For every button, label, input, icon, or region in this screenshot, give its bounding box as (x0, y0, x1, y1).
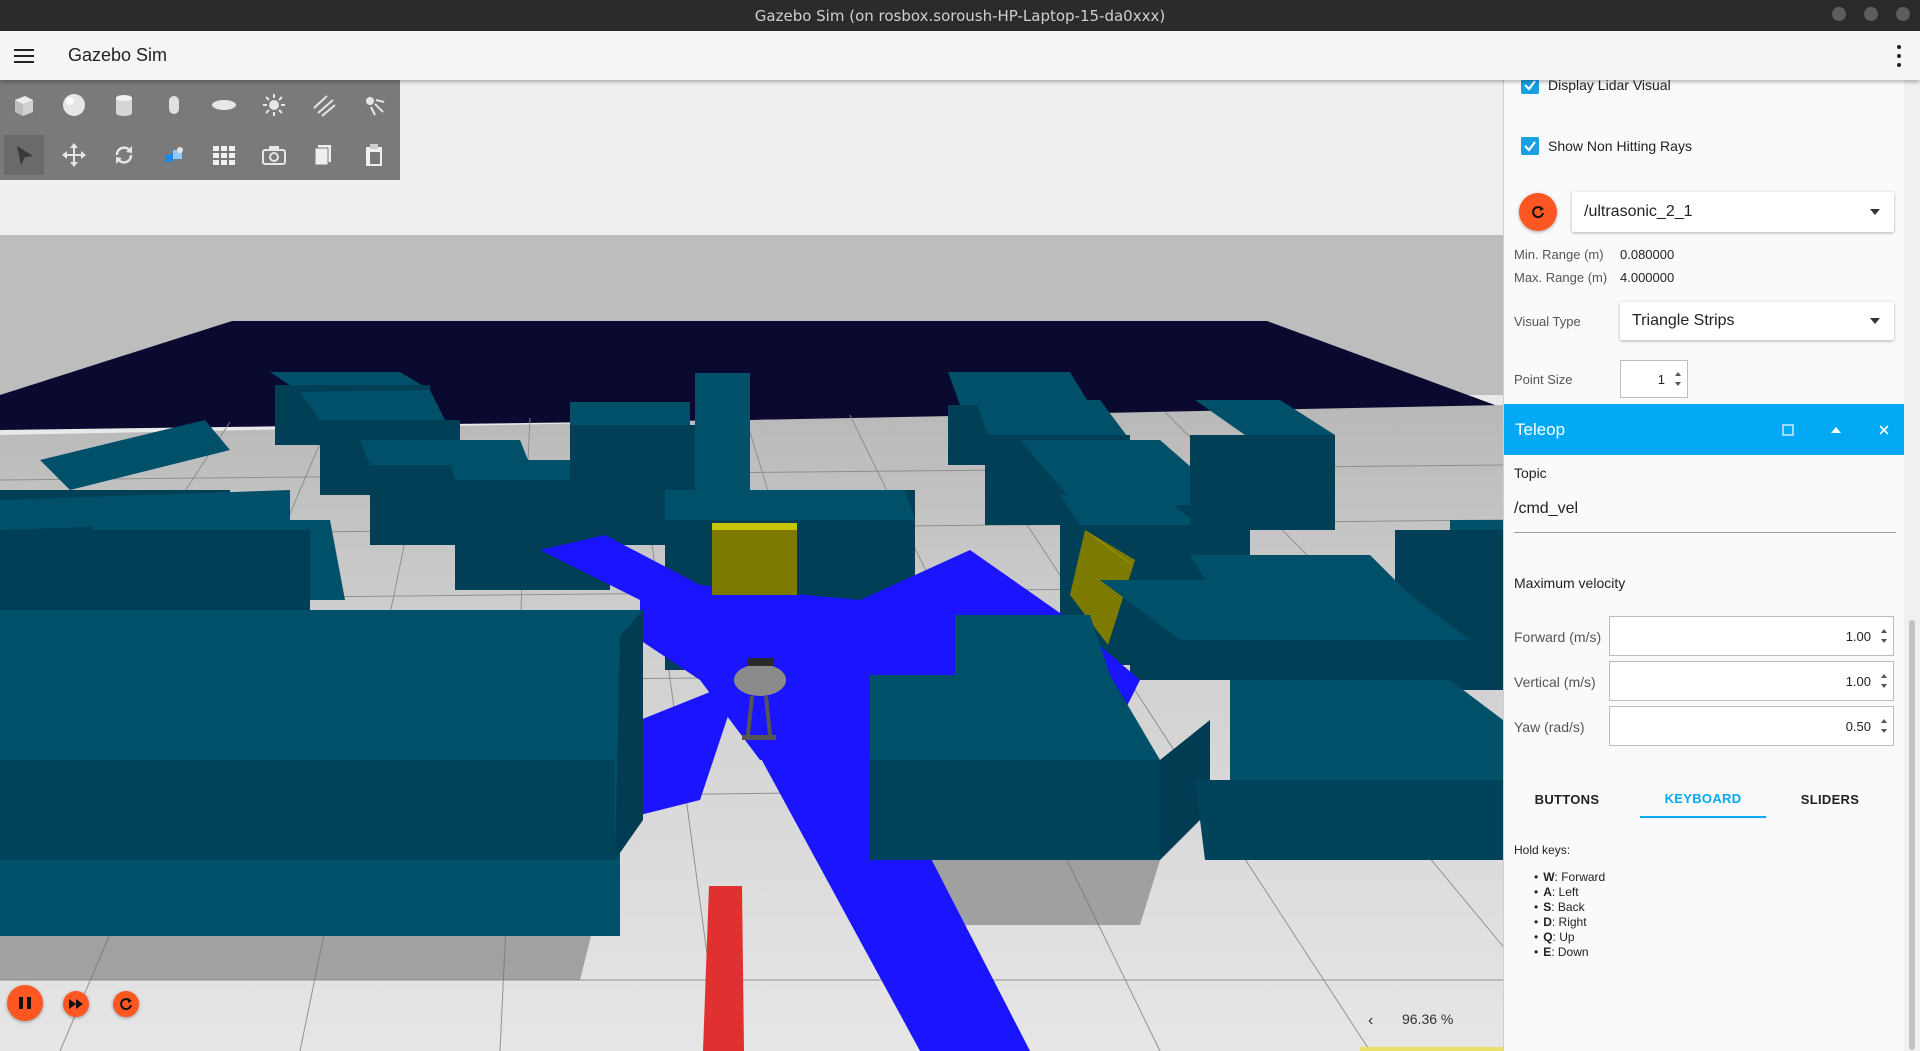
increment-icon[interactable] (1881, 719, 1887, 723)
spot-light-icon[interactable] (304, 85, 344, 125)
teleop-title: Teleop (1515, 419, 1566, 439)
increment-icon[interactable] (1675, 372, 1681, 376)
grid-icon[interactable] (204, 135, 244, 175)
app-bar: Gazebo Sim (0, 31, 1920, 80)
scene-toolbar (0, 80, 400, 180)
teleop-topic-label: Topic (1514, 465, 1547, 481)
window-controls (1832, 7, 1910, 21)
decrement-icon[interactable] (1881, 639, 1887, 643)
key-binding: D: Right (1543, 915, 1605, 930)
close-plugin-icon[interactable] (1874, 420, 1894, 440)
minimize-button[interactable] (1832, 7, 1846, 21)
key-binding: W: Forward (1543, 870, 1605, 885)
increment-icon[interactable] (1881, 629, 1887, 633)
yaw-velocity-label: Yaw (rad/s) (1514, 719, 1585, 735)
collapse-plugin-icon[interactable] (1826, 420, 1846, 440)
point-light-icon[interactable] (354, 85, 394, 125)
red-marker (703, 886, 744, 1051)
decrement-icon[interactable] (1881, 684, 1887, 688)
hamburger-menu-icon[interactable] (1, 31, 47, 80)
select-cursor-icon[interactable] (4, 135, 44, 175)
key-binding: E: Down (1543, 945, 1605, 960)
decrement-icon[interactable] (1881, 729, 1887, 733)
point-size-value: 1 (1657, 371, 1665, 387)
cylinder-shape-icon[interactable] (104, 85, 144, 125)
display-lidar-visual-checkbox[interactable] (1521, 80, 1539, 94)
tools-toolbar-row (0, 130, 400, 180)
sphere-shape-icon[interactable] (54, 85, 94, 125)
scene-3d-viewport[interactable] (0, 80, 1503, 1051)
panel-scroll-thumb[interactable] (1909, 620, 1915, 1050)
translate-icon[interactable] (54, 135, 94, 175)
vertical-velocity-spinbox[interactable]: 1.00 (1609, 661, 1894, 701)
reset-icon[interactable] (113, 991, 139, 1017)
gazebo-window: Gazebo Sim (on rosbox.soroush-HP-Laptop-… (0, 0, 1920, 1051)
increment-icon[interactable] (1881, 674, 1887, 678)
tab-buttons[interactable]: BUTTONS (1504, 780, 1630, 818)
yaw-velocity-value: 0.50 (1845, 718, 1871, 734)
paste-icon[interactable] (354, 135, 394, 175)
min-range-label: Min. Range (m) (1514, 247, 1604, 262)
os-title-bar: Gazebo Sim (on rosbox.soroush-HP-Laptop-… (0, 0, 1920, 31)
rotate-icon[interactable] (104, 135, 144, 175)
key-binding: A: Left (1543, 885, 1605, 900)
fast-forward-icon[interactable] (63, 991, 89, 1017)
forward-velocity-label: Forward (m/s) (1514, 629, 1602, 645)
forward-velocity-spinbox[interactable]: 1.00 (1609, 616, 1894, 656)
lidar-topic-value: /ultrasonic_2_1 (1584, 203, 1693, 220)
key-binding: S: Back (1543, 900, 1605, 915)
forward-velocity-value: 1.00 (1845, 628, 1871, 644)
maximize-button[interactable] (1864, 7, 1878, 21)
more-vert-icon[interactable] (1894, 45, 1904, 67)
show-non-hitting-rays-label: Show Non Hitting Rays (1548, 138, 1692, 154)
refresh-topics-icon[interactable] (1519, 193, 1557, 231)
screenshot-camera-icon[interactable] (254, 135, 294, 175)
show-non-hitting-rays-checkbox[interactable] (1521, 137, 1539, 155)
key-binding: Q: Up (1543, 930, 1605, 945)
teleop-topic-input[interactable]: /cmd_vel (1514, 500, 1896, 533)
scene-render (0, 80, 1503, 1051)
box-shape-icon[interactable] (4, 85, 44, 125)
visual-type-dropdown[interactable]: Triangle Strips (1620, 302, 1894, 340)
real-time-factor: 96.36 % (1402, 1011, 1454, 1027)
visual-type-value: Triangle Strips (1632, 312, 1735, 329)
ellipsoid-shape-icon[interactable] (204, 85, 244, 125)
transform-control-icon[interactable] (154, 135, 194, 175)
point-size-spinbox[interactable]: 1 (1620, 360, 1688, 398)
pause-icon[interactable] (7, 985, 43, 1021)
yaw-velocity-spinbox[interactable]: 0.50 (1609, 706, 1894, 746)
capsule-shape-icon[interactable] (154, 85, 194, 125)
maximize-plugin-icon[interactable] (1778, 420, 1798, 440)
chevron-down-icon (1870, 318, 1880, 324)
hold-keys-label: Hold keys: (1514, 843, 1571, 857)
min-range-value: 0.080000 (1620, 247, 1675, 262)
visual-type-label: Visual Type (1514, 314, 1581, 329)
window-title: Gazebo Sim (on rosbox.soroush-HP-Laptop-… (754, 6, 1166, 25)
status-strip (1360, 1047, 1503, 1051)
chevron-left-icon[interactable]: ‹ (1368, 1012, 1373, 1030)
point-size-label: Point Size (1514, 372, 1573, 387)
app-title: Gazebo Sim (68, 45, 168, 65)
right-side-panel: Display Lidar Visual Show Non Hitting Ra… (1503, 80, 1920, 1051)
copy-icon[interactable] (304, 135, 344, 175)
display-lidar-visual-label: Display Lidar Visual (1548, 80, 1671, 93)
panel-scrollbar[interactable] (1904, 80, 1920, 1051)
max-range-value: 4.000000 (1620, 270, 1675, 285)
tab-sliders[interactable]: SLIDERS (1767, 780, 1893, 818)
key-bindings-list: W: Forward A: Left S: Back D: Right Q: U… (1543, 870, 1605, 960)
teleop-plugin-header: Teleop (1504, 404, 1905, 455)
lidar-topic-dropdown[interactable]: /ultrasonic_2_1 (1572, 192, 1894, 232)
directional-light-icon[interactable] (254, 85, 294, 125)
close-window-button[interactable] (1896, 7, 1910, 21)
maximum-velocity-label: Maximum velocity (1514, 575, 1626, 591)
tab-keyboard[interactable]: KEYBOARD (1640, 780, 1766, 818)
decrement-icon[interactable] (1675, 382, 1681, 386)
shapes-toolbar-row (0, 80, 400, 130)
vertical-velocity-label: Vertical (m/s) (1514, 674, 1596, 690)
vertical-velocity-value: 1.00 (1845, 673, 1871, 689)
teleop-topic-value: /cmd_vel (1514, 500, 1579, 517)
max-range-label: Max. Range (m) (1514, 270, 1608, 285)
chevron-down-icon (1870, 209, 1880, 215)
